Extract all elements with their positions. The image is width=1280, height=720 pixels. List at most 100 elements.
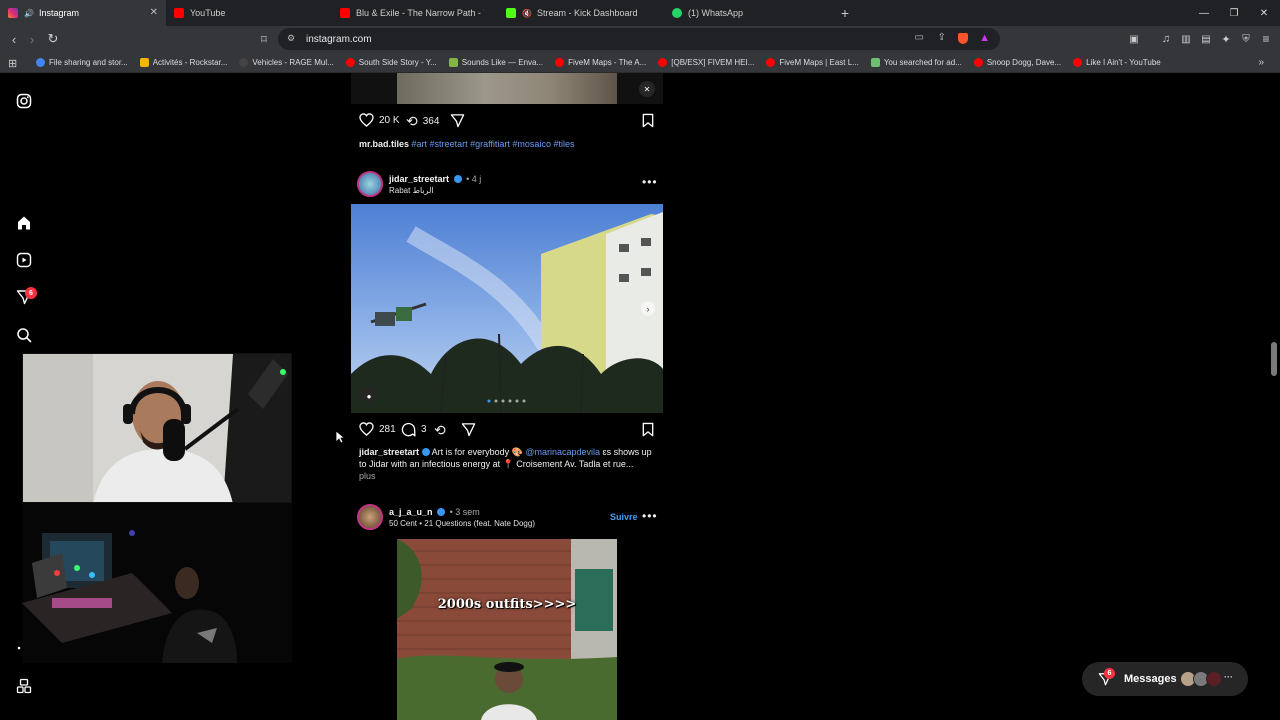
setup-cam-overlay — [22, 503, 292, 663]
bookmark-item[interactable]: Sounds Like — Enva... — [448, 58, 543, 67]
post-audio[interactable]: 50 Cent • 21 Questions (feat. Nate Dogg) — [389, 519, 535, 528]
bookmark-favicon-icon — [239, 58, 249, 67]
share-icon[interactable] — [450, 113, 465, 128]
tab-kick[interactable]: 🔇 Stream - Kick Dashboard — [498, 0, 664, 26]
bookmark-item[interactable]: FiveM Maps | East L... — [766, 58, 859, 67]
tab-youtube[interactable]: YouTube — [166, 0, 332, 26]
bookmark-item[interactable]: Snoop Dogg, Dave... — [973, 58, 1062, 67]
post-author[interactable]: a_j_a_u_n — [389, 507, 433, 517]
mute-icon[interactable]: ✕ — [639, 81, 655, 97]
instagram-logo-icon[interactable] — [16, 93, 32, 109]
bookmark-item[interactable]: South Side Story - Y... — [345, 58, 437, 67]
bookmark-label: FiveM Maps | East L... — [779, 58, 859, 67]
share-icon[interactable] — [461, 422, 476, 437]
more-bookmarks-icon[interactable]: » — [1258, 57, 1264, 68]
bookmark-favicon-icon — [555, 58, 565, 67]
post2-media[interactable] — [351, 204, 663, 413]
repost-button[interactable]: ⟲ 364 — [406, 113, 439, 130]
caption-hashtags[interactable]: #art #streetart #graffitiart #mosaico #t… — [412, 139, 575, 149]
save-icon[interactable] — [641, 422, 655, 437]
apps-grid-icon[interactable]: ⊞ — [8, 57, 17, 70]
maximize-button[interactable]: ❐ — [1218, 0, 1250, 26]
post3-header: a_j_a_u_n • 3 sem — [389, 507, 480, 517]
menu-icon[interactable]: ≡ — [1258, 31, 1274, 47]
kick-icon — [506, 8, 516, 18]
back-icon[interactable]: ‹ — [6, 31, 22, 47]
page-scrollbar[interactable] — [1271, 342, 1277, 376]
tab-blu-exile[interactable]: Blu & Exile - The Narrow Path - YouT — [332, 0, 498, 26]
avatar[interactable] — [357, 504, 383, 530]
cast-icon[interactable]: ▭ — [915, 32, 924, 43]
url-field[interactable]: ⚙ instagram.com ▭ ⇪ ▲ — [278, 28, 1000, 50]
post-author[interactable]: jidar_streetart — [389, 174, 449, 184]
forward-icon[interactable]: › — [24, 31, 40, 47]
bookmark-item[interactable]: Like I Ain't - YouTube — [1073, 58, 1161, 67]
bookmark-item[interactable]: Activités - Rockstar... — [139, 58, 227, 67]
save-icon[interactable] — [641, 113, 655, 128]
bookmark-item[interactable]: Vehicles - RAGE Mul... — [239, 58, 334, 67]
vpn-icon[interactable]: ⛨ — [1238, 31, 1254, 47]
post-options-icon[interactable]: ••• — [642, 175, 658, 189]
close-window-button[interactable]: ✕ — [1248, 0, 1280, 26]
also-from-meta-icon[interactable] — [16, 678, 32, 694]
comment-button[interactable]: 3 — [401, 422, 427, 437]
avatar — [1206, 671, 1222, 687]
site-info-icon[interactable]: ⚙ — [287, 33, 295, 44]
post3-media[interactable]: 2000s outfits>>>> — [351, 539, 663, 720]
youtube-icon — [174, 8, 184, 18]
bookmark-item[interactable]: You searched for ad... — [870, 58, 962, 67]
tagged-user-icon[interactable]: ● — [362, 389, 376, 403]
search-icon[interactable] — [16, 327, 32, 343]
like-button[interactable]: 20 K — [359, 113, 400, 127]
bookmark-favicon-icon — [1073, 58, 1083, 67]
new-tab-button[interactable]: + — [830, 0, 860, 26]
caption-mention[interactable]: @marinacapdevila — [525, 447, 600, 457]
video-frame — [397, 73, 617, 104]
bookmark-item[interactable]: File sharing and stor... — [36, 58, 128, 67]
follow-button[interactable]: Suivre — [610, 512, 638, 522]
bookmark-label: Snoop Dogg, Dave... — [986, 58, 1062, 67]
post1-media[interactable]: ✕ — [351, 73, 663, 104]
webcam-overlay — [22, 353, 292, 503]
whatsapp-icon — [672, 8, 682, 18]
reload-icon[interactable]: ↻ — [45, 31, 61, 47]
share-icon[interactable]: ⇪ — [938, 32, 946, 43]
bookmark-item[interactable]: [QB/ESX] FIVEM HEI... — [658, 58, 754, 67]
post-time: • 3 sem — [449, 507, 480, 517]
tab-instagram[interactable]: 🔊 Instagram ✕ — [0, 0, 166, 26]
heart-icon — [359, 113, 374, 127]
avatar[interactable] — [357, 171, 383, 197]
tab-title: (1) WhatsApp — [688, 8, 744, 18]
video-overlay-text: 2000s outfits>>>> — [437, 597, 577, 612]
sidebar-panel-icon[interactable]: ▣ — [1126, 31, 1142, 47]
reading-list-icon[interactable]: ▥ — [1178, 31, 1194, 47]
minimize-button[interactable]: — — [1188, 0, 1220, 26]
post1-caption: mr.bad.tiles #art #streetart #graffitiar… — [359, 138, 659, 150]
bookmark-favicon-icon — [345, 58, 355, 67]
caption-handle[interactable]: mr.bad.tiles — [359, 139, 409, 149]
bookmark-label: [QB/ESX] FIVEM HEI... — [671, 58, 755, 67]
messages-button[interactable]: 6 Messages ··· — [1082, 662, 1248, 696]
caption-more-link[interactable]: plus — [359, 471, 376, 481]
tab-whatsapp[interactable]: (1) WhatsApp — [664, 0, 830, 26]
next-slide-icon[interactable]: › — [641, 302, 655, 316]
reels-icon[interactable] — [16, 252, 32, 268]
post-options-icon[interactable]: ••• — [642, 509, 658, 523]
tab-title: Instagram — [38, 8, 79, 18]
like-button[interactable]: 281 — [359, 422, 396, 436]
music-icon[interactable]: ♫ — [1158, 31, 1174, 47]
bookmark-label: File sharing and stor... — [49, 58, 128, 67]
home-icon[interactable] — [16, 215, 32, 231]
post-location[interactable]: Rabat الرباط — [389, 186, 434, 195]
brave-shield-icon[interactable] — [958, 33, 968, 44]
bookmark-icon[interactable]: ⌑ — [256, 31, 272, 47]
bookmark-item[interactable]: FiveM Maps - The A... — [555, 58, 646, 67]
rewards-icon[interactable]: ▲ — [979, 32, 990, 44]
caption-handle[interactable]: jidar_streetart — [359, 447, 419, 457]
leo-ai-icon[interactable]: ✦ — [1218, 31, 1234, 47]
repost-button[interactable]: ⟲ — [434, 422, 446, 439]
close-icon[interactable]: ✕ — [150, 7, 158, 18]
wallet-icon[interactable]: ▤ — [1198, 31, 1214, 47]
url-text: instagram.com — [306, 33, 372, 45]
address-bar: ‹ › ↻ ⌑ ⚙ instagram.com ▭ ⇪ ▲ ▣ ♫ ▥ ▤ ✦ … — [0, 26, 1280, 53]
